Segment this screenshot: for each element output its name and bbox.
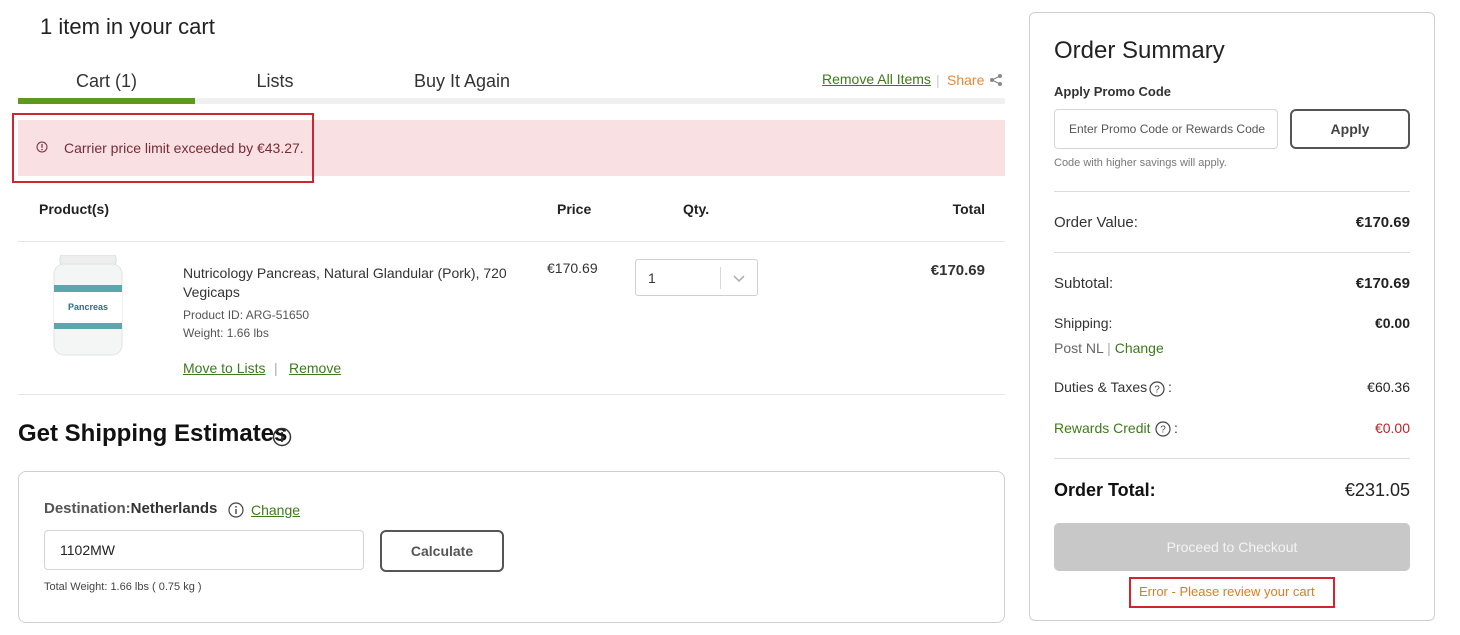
shipping-value: €0.00	[1374, 315, 1410, 331]
checkout-error-message: Error - Please review your cart	[1139, 584, 1315, 599]
product-image-label: Pancreas	[68, 302, 108, 312]
shipping-estimates-title: Get Shipping Estimates	[18, 420, 288, 447]
separator: |	[936, 72, 940, 88]
destination-label: Destination:Netherlands	[44, 500, 218, 517]
move-to-lists-link[interactable]: Move to Lists	[183, 360, 265, 376]
column-header-qty: Qty.	[683, 201, 710, 217]
link-separator: |	[274, 360, 278, 376]
tab-lists[interactable]: Lists	[215, 71, 335, 92]
calculate-button[interactable]: Calculate	[380, 530, 504, 572]
divider	[18, 394, 1005, 395]
item-price: €170.69	[547, 260, 598, 276]
info-icon[interactable]	[228, 502, 244, 518]
tab-cart[interactable]: Cart (1)	[18, 71, 195, 92]
subtotal-label: Subtotal:	[1054, 275, 1114, 292]
active-tab-indicator	[18, 98, 195, 104]
subtotal-value: €170.69	[1355, 275, 1410, 292]
page-title: 1 item in your cart	[40, 14, 215, 39]
chevron-down-icon	[733, 275, 745, 283]
promo-code-label: Apply Promo Code	[1054, 84, 1172, 99]
shipping-carrier: Post NL | Change	[1054, 340, 1164, 356]
postal-code-input[interactable]: 1102MW	[44, 530, 364, 570]
divider	[1054, 458, 1410, 459]
column-header-product: Product(s)	[39, 201, 109, 217]
change-destination-link[interactable]: Change	[251, 502, 300, 518]
promo-code-input[interactable]: Enter Promo Code or Rewards Code	[1054, 109, 1278, 149]
duties-taxes-label: Duties & Taxes	[1054, 379, 1148, 395]
svg-text:?: ?	[1160, 425, 1166, 436]
product-name-link[interactable]: Nutricology Pancreas, Natural Glandular …	[183, 264, 513, 302]
help-icon[interactable]: ?	[1149, 381, 1165, 397]
column-header-price: Price	[557, 201, 592, 217]
alert-message: Carrier price limit exceeded by €43.27.	[64, 140, 304, 156]
destination-value: Netherlands	[130, 500, 218, 517]
item-total: €170.69	[930, 262, 985, 279]
remove-item-link[interactable]: Remove	[289, 360, 341, 376]
rewards-credit-value: €0.00	[1374, 420, 1410, 436]
help-icon[interactable]: ?	[1155, 421, 1171, 437]
order-summary-title: Order Summary	[1054, 37, 1225, 64]
divider	[18, 241, 1005, 242]
colon: :	[1174, 420, 1178, 436]
total-weight: Total Weight: 1.66 lbs ( 0.75 kg )	[44, 581, 202, 593]
shipping-label: Shipping:	[1054, 315, 1113, 331]
quantity-divider	[720, 267, 721, 289]
apply-promo-button[interactable]: Apply	[1290, 109, 1410, 149]
change-carrier-link[interactable]: Change	[1115, 340, 1164, 356]
info-icon[interactable]	[272, 427, 292, 447]
divider	[1054, 191, 1410, 192]
quantity-value: 1	[648, 270, 656, 286]
alert-circle-icon	[36, 141, 48, 153]
share-link[interactable]: Share	[947, 72, 984, 88]
promo-note: Code with higher savings will apply.	[1054, 157, 1227, 169]
duties-taxes-value: €60.36	[1367, 379, 1410, 395]
remove-all-items-link[interactable]: Remove All Items	[822, 71, 931, 87]
svg-text:?: ?	[1154, 385, 1160, 396]
product-image[interactable]: Pancreas	[50, 254, 126, 357]
colon: :	[1168, 379, 1172, 395]
quantity-select[interactable]: 1	[635, 259, 758, 296]
proceed-to-checkout-button[interactable]: Proceed to Checkout	[1054, 523, 1410, 571]
product-id: Product ID: ARG-51650	[183, 308, 310, 322]
column-header-total: Total	[952, 201, 985, 217]
order-value: €170.69	[1355, 214, 1410, 231]
rewards-credit-label: Rewards Credit	[1054, 420, 1151, 436]
product-weight: Weight: 1.66 lbs	[183, 326, 269, 340]
order-total-value: €231.05	[1344, 480, 1410, 500]
order-value-label: Order Value:	[1054, 214, 1138, 231]
divider	[1054, 252, 1410, 253]
tab-buy-it-again[interactable]: Buy It Again	[392, 71, 532, 92]
order-total-label: Order Total:	[1054, 480, 1156, 500]
share-icon[interactable]	[989, 73, 1003, 87]
